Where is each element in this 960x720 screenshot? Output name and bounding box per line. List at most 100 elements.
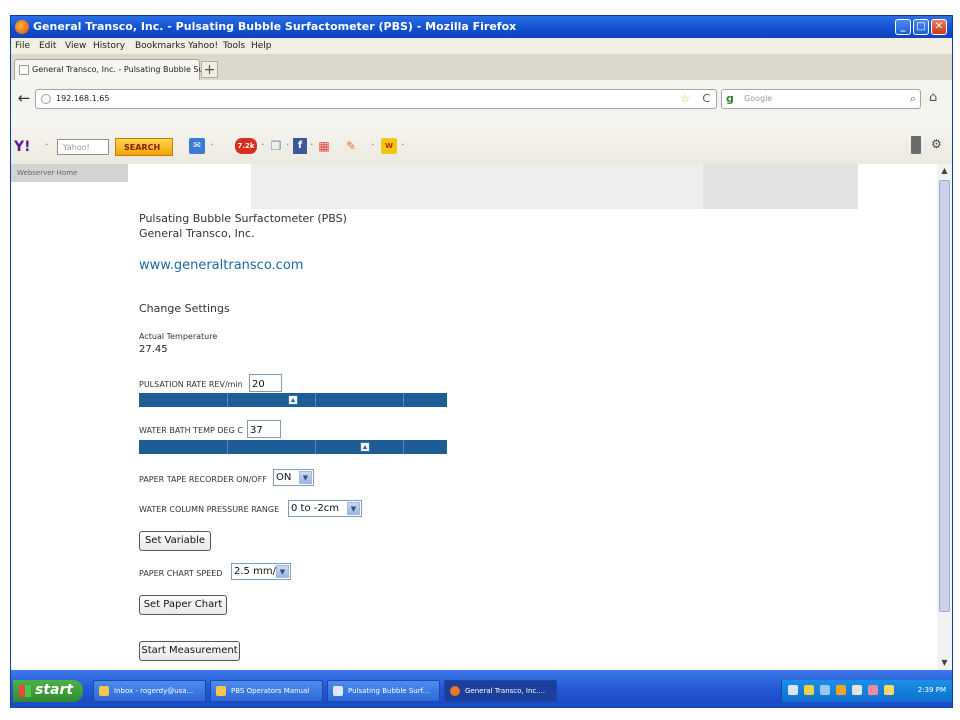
start-label: start bbox=[35, 682, 74, 698]
home-icon[interactable]: ⌂ bbox=[929, 90, 937, 105]
browser-window: General Transco, Inc. - Pulsating Bubble… bbox=[10, 15, 953, 708]
menu-yahoo[interactable]: Yahoo! bbox=[188, 41, 218, 51]
set-paper-chart-button[interactable]: Set Paper Chart bbox=[139, 595, 227, 615]
update-icon[interactable] bbox=[836, 685, 846, 695]
scroll-up-arrow-icon[interactable]: ▲ bbox=[937, 164, 952, 178]
pulsation-rate-slider[interactable] bbox=[139, 393, 447, 407]
pulsation-rate-input[interactable] bbox=[249, 374, 282, 392]
toolbar-separator: · bbox=[401, 138, 405, 151]
calendar-icon[interactable]: ▦ bbox=[317, 138, 331, 154]
menu-bookmarks[interactable]: Bookmarks bbox=[135, 41, 185, 51]
gear-icon[interactable]: ⚙ bbox=[931, 137, 942, 151]
taskbar-item-label: Inbox - rogerdy@usa... bbox=[114, 687, 194, 695]
taskbar-item-label: General Transco, Inc.... bbox=[465, 687, 546, 695]
water-bath-temp-input[interactable] bbox=[247, 420, 281, 438]
minimize-button[interactable]: _ bbox=[895, 19, 911, 35]
start-button[interactable]: start bbox=[13, 680, 83, 702]
chevron-down-icon[interactable]: ▼ bbox=[347, 502, 360, 515]
website-link[interactable]: www.generaltransco.com bbox=[139, 258, 303, 273]
yahoo-search-button[interactable]: SEARCH bbox=[115, 138, 173, 156]
battery-icon bbox=[911, 136, 921, 154]
taskbar-item-pulsating[interactable]: Pulsating Bubble Surf... bbox=[327, 680, 440, 702]
menu-file[interactable]: File bbox=[15, 41, 30, 51]
water-column-pressure-select[interactable]: 0 to -2cm ▼ bbox=[288, 500, 362, 517]
webserver-home-link[interactable]: Webserver Home bbox=[11, 164, 128, 182]
system-clock: 2:39 PM bbox=[917, 686, 946, 694]
window-title: General Transco, Inc. - Pulsating Bubble… bbox=[33, 20, 517, 33]
selected-value: 2.5 mm/s bbox=[234, 566, 282, 577]
banner-block bbox=[703, 164, 858, 209]
google-icon[interactable]: g bbox=[726, 92, 734, 105]
close-button[interactable]: ✕ bbox=[931, 19, 947, 35]
back-arrow-icon[interactable]: ← bbox=[15, 90, 33, 108]
company-name: General Transco, Inc. bbox=[139, 227, 255, 240]
slider-tick bbox=[227, 440, 228, 454]
volume-icon[interactable] bbox=[852, 685, 862, 695]
toolbar-separator: · bbox=[45, 138, 49, 151]
bookmark-star-icon[interactable]: ☆ bbox=[680, 92, 690, 105]
search-icon[interactable]: ⌕ bbox=[910, 92, 916, 106]
page-title: Pulsating Bubble Surfactometer (PBS) bbox=[139, 212, 347, 225]
chevron-down-icon[interactable]: ▼ bbox=[276, 565, 289, 578]
paper-chart-speed-select[interactable]: 2.5 mm/s ▼ bbox=[231, 563, 291, 580]
menu-view[interactable]: View bbox=[65, 41, 86, 51]
facebook-icon[interactable]: f bbox=[293, 138, 307, 154]
water-bath-temp-slider[interactable] bbox=[139, 440, 447, 454]
weather-icon[interactable]: w bbox=[381, 138, 397, 154]
chevron-down-icon[interactable]: ▼ bbox=[299, 471, 312, 484]
yahoo-search-input[interactable]: Yahoo! bbox=[57, 139, 109, 155]
banner-block bbox=[251, 164, 703, 209]
tray-app-icon[interactable] bbox=[884, 685, 894, 695]
tray-app-icon[interactable] bbox=[868, 685, 878, 695]
new-tab-button[interactable]: + bbox=[201, 61, 218, 78]
taskbar-item-label: PBS Operators Manual bbox=[231, 687, 310, 695]
network-icon[interactable] bbox=[788, 685, 798, 695]
slider-thumb[interactable] bbox=[360, 442, 370, 452]
mail-icon[interactable]: ✉ bbox=[189, 138, 205, 154]
taskbar-item-firefox[interactable]: General Transco, Inc.... bbox=[444, 680, 557, 702]
section-heading: Change Settings bbox=[139, 302, 230, 315]
reload-icon[interactable]: C bbox=[702, 92, 710, 105]
start-measurement-button[interactable]: Start Measurement bbox=[139, 641, 240, 661]
yahoo-logo-icon[interactable]: Y! bbox=[14, 139, 31, 155]
url-bar[interactable]: 192.168.1.65 ☆ C bbox=[35, 89, 717, 109]
tab-label: General Transco, Inc. - Pulsating Bubble… bbox=[32, 65, 214, 74]
document-icon[interactable]: ❐ bbox=[269, 138, 283, 154]
menu-history[interactable]: History bbox=[93, 41, 125, 51]
tab-strip: General Transco, Inc. - Pulsating Bubble… bbox=[11, 54, 952, 80]
actual-temperature-value: 27.45 bbox=[139, 344, 168, 355]
paper-tape-recorder-select[interactable]: ON ▼ bbox=[273, 469, 314, 486]
water-bath-temp-label: WATER BATH TEMP DEG C bbox=[139, 426, 243, 435]
firefox-icon bbox=[450, 686, 460, 696]
notification-badge-icon[interactable]: 7.2k bbox=[235, 138, 257, 154]
taskbar-item-inbox[interactable]: Inbox - rogerdy@usa... bbox=[93, 680, 206, 702]
menu-bar: File Edit View History Bookmarks Yahoo! … bbox=[11, 38, 952, 54]
slider-thumb[interactable] bbox=[288, 395, 298, 405]
tab-active[interactable]: General Transco, Inc. - Pulsating Bubble… bbox=[14, 59, 214, 80]
page-icon bbox=[19, 65, 29, 75]
firefox-icon bbox=[15, 20, 29, 34]
scrollbar-thumb[interactable] bbox=[939, 180, 950, 612]
title-bar[interactable]: General Transco, Inc. - Pulsating Bubble… bbox=[11, 16, 952, 38]
maximize-button[interactable]: □ bbox=[913, 19, 929, 35]
info-icon[interactable] bbox=[804, 685, 814, 695]
actual-temperature-label: Actual Temperature bbox=[139, 332, 218, 341]
paper-tape-recorder-label: PAPER TAPE RECORDER ON/OFF bbox=[139, 475, 267, 484]
vertical-scrollbar[interactable]: ▲ ▼ bbox=[937, 164, 952, 670]
security-icon[interactable] bbox=[820, 685, 830, 695]
search-bar[interactable]: g Google ⌕ bbox=[721, 89, 921, 109]
notepad-icon[interactable]: ✎ bbox=[344, 138, 358, 154]
scroll-down-arrow-icon[interactable]: ▼ bbox=[937, 656, 952, 670]
page-banner bbox=[128, 164, 858, 209]
navigation-bar: ← 192.168.1.65 ☆ C g Google ⌕ ⌂ bbox=[11, 80, 952, 118]
folder-icon bbox=[216, 686, 226, 696]
system-tray: 2:39 PM bbox=[781, 680, 952, 702]
toolbar-separator: · bbox=[261, 138, 265, 151]
menu-help[interactable]: Help bbox=[251, 41, 272, 51]
set-variable-button[interactable]: Set Variable bbox=[139, 531, 211, 551]
taskbar-item-manual[interactable]: PBS Operators Manual bbox=[210, 680, 323, 702]
windows-logo-icon bbox=[19, 685, 31, 697]
slider-tick bbox=[227, 393, 228, 407]
menu-edit[interactable]: Edit bbox=[39, 41, 56, 51]
menu-tools[interactable]: Tools bbox=[223, 41, 245, 51]
